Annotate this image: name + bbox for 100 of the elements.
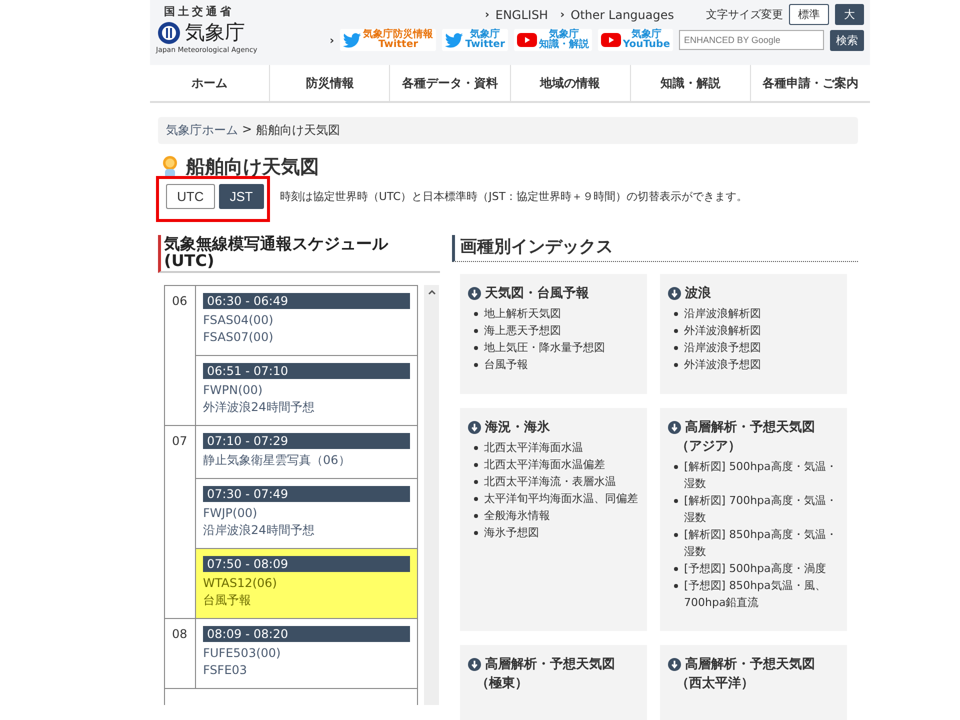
index-link[interactable]: 海氷予想図 xyxy=(484,524,539,541)
chevron-icon: › xyxy=(484,8,490,21)
index-link[interactable]: [解析図] 700hpa高度・気温・湿数 xyxy=(684,492,839,526)
social-link[interactable]: 気象庁 知識・解説 xyxy=(514,29,592,51)
schedule-entry[interactable]: FWJP(00) xyxy=(203,505,410,522)
bullet-icon xyxy=(674,533,678,537)
time-toggle-button[interactable]: JST xyxy=(218,184,264,209)
index-link[interactable]: 台風予報 xyxy=(484,356,528,373)
card-title[interactable]: 高層解析・予想天気図 xyxy=(485,655,615,674)
index-link[interactable]: 海上悪天予想図 xyxy=(484,322,561,339)
nav-tab[interactable]: ホーム xyxy=(150,65,270,101)
bullet-icon xyxy=(474,531,478,535)
schedule-entry[interactable]: FSAS04(00) xyxy=(203,312,410,329)
index-link[interactable]: [予想図] 850hpa気温・風、700hpa鉛直流 xyxy=(684,577,839,611)
bullet-icon xyxy=(674,312,678,316)
chevron-icon: › xyxy=(560,8,565,21)
breadcrumb-separator: > xyxy=(242,122,252,138)
schedule-entry[interactable]: 沿岸波浪24時間予想 xyxy=(203,522,410,539)
card-title[interactable]: 海況・海氷 xyxy=(485,418,550,437)
schedule-entry[interactable]: WTAS12(06) xyxy=(203,575,410,592)
breadcrumb-current: 船舶向け天気図 xyxy=(256,122,340,139)
index-link[interactable]: 外洋波浪予想図 xyxy=(684,356,761,373)
schedule-entry[interactable]: 台風予報 xyxy=(203,592,410,609)
social-link[interactable]: 気象庁 YouTube xyxy=(598,29,673,51)
font-size-button[interactable]: 標準 xyxy=(789,4,829,25)
bullet-icon xyxy=(674,465,678,469)
font-size-label: 文字サイズ変更 xyxy=(706,7,783,22)
section-heading: 画種別インデックス xyxy=(452,235,858,262)
nav-tab[interactable]: 知識・解説 xyxy=(630,65,750,101)
bullet-icon xyxy=(474,463,478,467)
time-toggle-button[interactable]: UTC xyxy=(166,184,215,209)
page-title: 船舶向け天気図 xyxy=(186,155,319,180)
bullet-icon xyxy=(674,329,678,333)
bullet-icon xyxy=(474,346,478,350)
bullet-icon xyxy=(674,499,678,503)
hour-label: 07 xyxy=(172,434,188,448)
index-link[interactable]: 外洋波浪解析図 xyxy=(684,322,761,339)
nav-tab[interactable]: 各種データ・資料 xyxy=(389,65,510,101)
bird-icon xyxy=(343,32,362,48)
section-heading: 気象無線模写通報スケジュール (UTC) xyxy=(158,235,440,273)
index-link[interactable]: [解析図] 500hpa高度・気温・湿数 xyxy=(684,458,839,492)
card-title-note[interactable]: （西太平洋） xyxy=(676,674,839,693)
index-link[interactable]: 沿岸波浪解析図 xyxy=(684,305,761,322)
time-range: 07:50 - 08:09 xyxy=(203,556,410,572)
ministry-name: 国土交通省 xyxy=(164,4,235,19)
down-arrow-icon xyxy=(668,287,681,300)
index-link[interactable]: 太平洋旬平均海面水温、同偏差 xyxy=(484,490,638,507)
card-title[interactable]: 天気図・台風予報 xyxy=(485,284,589,303)
index-link[interactable]: [解析図] 850hpa高度・気温・湿数 xyxy=(684,526,839,560)
scrollbar[interactable] xyxy=(424,285,439,705)
bullet-icon xyxy=(474,363,478,367)
card-title[interactable]: 高層解析・予想天気図 xyxy=(685,655,815,674)
bullet-icon xyxy=(474,514,478,518)
logo-icon xyxy=(156,20,182,44)
time-range: 06:30 - 06:49 xyxy=(203,293,410,309)
breadcrumb-link[interactable]: 気象庁ホーム xyxy=(166,122,238,139)
index-link[interactable]: 全般海氷情報 xyxy=(484,507,550,524)
nav-tab[interactable]: 地域の情報 xyxy=(510,65,630,101)
index-link[interactable]: 北西太平洋海面水温 xyxy=(484,439,583,456)
time-range: 07:30 - 07:49 xyxy=(203,486,410,502)
down-arrow-icon xyxy=(468,287,481,300)
bird-icon xyxy=(445,32,464,48)
index-link[interactable]: 地上解析天気図 xyxy=(484,305,561,322)
play-icon xyxy=(600,33,621,47)
index-link[interactable]: [予想図] 500hpa高度・渦度 xyxy=(684,560,826,577)
nav-tab[interactable]: 各種申請・ご案内 xyxy=(750,65,870,101)
bullet-icon xyxy=(474,312,478,316)
bullet-icon xyxy=(474,446,478,450)
bullet-icon xyxy=(674,584,678,588)
language-link[interactable]: ENGLISH xyxy=(495,8,548,22)
schedule-entry[interactable]: FSAS07(00) xyxy=(203,329,410,346)
down-arrow-icon xyxy=(468,658,481,671)
bullet-icon xyxy=(674,567,678,571)
schedule-entry[interactable]: FWPN(00) xyxy=(203,382,410,399)
schedule-entry[interactable]: 静止気象衛星雲写真（06） xyxy=(203,452,410,469)
index-link[interactable]: 北西太平洋海流・表層水温 xyxy=(484,473,616,490)
bullet-icon xyxy=(674,363,678,367)
index-link[interactable]: 地上気圧・降水量予想図 xyxy=(484,339,605,356)
chevron-icon: › xyxy=(330,34,334,46)
index-link[interactable]: 沿岸波浪予想図 xyxy=(684,339,761,356)
schedule-entry[interactable]: 外洋波浪24時間予想 xyxy=(203,399,410,416)
bullet-icon xyxy=(674,346,678,350)
card-title[interactable]: 高層解析・予想天気図 xyxy=(685,418,815,437)
logo-text: 気象庁 xyxy=(185,19,245,46)
play-icon xyxy=(516,33,537,47)
language-link[interactable]: Other Languages xyxy=(570,8,674,22)
social-link[interactable]: 気象庁 Twitter xyxy=(442,29,508,51)
description: 時刻は協定世界時（UTC）と日本標準時（JST：協定世界時＋９時間）の切替表示ができます。 xyxy=(280,189,748,204)
down-arrow-icon xyxy=(668,421,681,434)
scroll-up-icon[interactable] xyxy=(428,289,436,295)
card-title[interactable]: 波浪 xyxy=(685,284,711,303)
nav-tab[interactable]: 防災情報 xyxy=(269,65,390,101)
schedule-entry[interactable]: FSFE03 xyxy=(203,662,410,679)
card-title-note[interactable]: （極東） xyxy=(476,674,639,693)
schedule-entry[interactable]: FUFE503(00) xyxy=(203,645,410,662)
index-link[interactable]: 北西太平洋海面水温偏差 xyxy=(484,456,605,473)
search-button[interactable]: 検索 xyxy=(830,30,864,50)
font-size-button[interactable]: 大 xyxy=(835,4,864,25)
card-title-note[interactable]: （アジア） xyxy=(676,437,839,456)
search-field[interactable]: ENHANCED BY Google xyxy=(679,30,824,50)
